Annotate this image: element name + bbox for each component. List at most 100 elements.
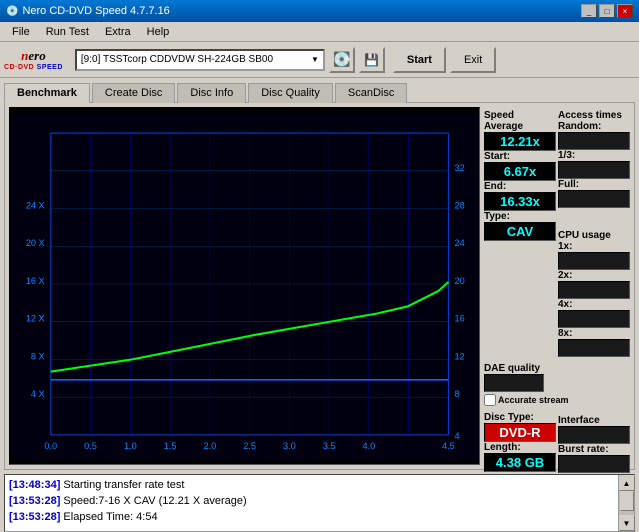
right-panel: Speed Average 12.21x Start: 6.67x End: 1… [484, 103, 634, 469]
svg-text:24 X: 24 X [26, 201, 45, 211]
svg-text:1.5: 1.5 [164, 441, 177, 451]
svg-text:16 X: 16 X [26, 276, 45, 286]
cpu-4x-label: 4x: [558, 299, 630, 310]
scroll-track [619, 491, 634, 515]
titlebar: 💿 Nero CD-DVD Speed 4.7.7.16 _ □ × [0, 0, 639, 22]
log-text-1: Starting transfer rate test [63, 479, 184, 491]
combo-arrow[interactable]: ▼ [311, 55, 319, 64]
length-label: Length: [484, 442, 556, 453]
svg-text:28: 28 [455, 201, 465, 211]
disc-type-col: Disc Type: DVD-R Length: 4.38 GB [484, 412, 556, 473]
svg-text:32: 32 [455, 163, 465, 173]
menu-help[interactable]: Help [139, 24, 178, 40]
cpu-1x-value [558, 252, 630, 270]
svg-text:3.0: 3.0 [283, 441, 296, 451]
maximize-button[interactable]: □ [599, 4, 615, 18]
tab-disc-quality[interactable]: Disc Quality [248, 83, 333, 103]
accurate-row: Accurate stream [484, 394, 630, 406]
svg-text:4 X: 4 X [31, 389, 45, 399]
svg-text:4: 4 [455, 431, 460, 441]
average-label: Average [484, 121, 556, 132]
disc-icon: 💽 [333, 51, 350, 68]
interface-label: Interface [558, 415, 630, 426]
one-third-value [558, 161, 630, 179]
start-label: Start: [484, 151, 556, 162]
svg-text:20: 20 [455, 276, 465, 286]
random-label: Random: [558, 121, 630, 132]
one-third-label: 1/3: [558, 150, 630, 161]
log-timestamp-3: [13:53:28] [9, 511, 60, 523]
exit-button[interactable]: Exit [450, 47, 496, 73]
svg-text:0.5: 0.5 [84, 441, 97, 451]
log-area: [13:48:34] Starting transfer rate test [… [4, 474, 635, 532]
disc-section: Disc Type: DVD-R Length: 4.38 GB Interfa… [484, 412, 630, 473]
svg-text:4.0: 4.0 [363, 441, 376, 451]
drive-selector[interactable]: [9:0] TSSTcorp CDDVDW SH-224GB SB00 ▼ [75, 49, 325, 71]
tab-disc-info[interactable]: Disc Info [177, 83, 246, 103]
log-scrollbar[interactable]: ▲ ▼ [618, 475, 634, 531]
svg-text:20 X: 20 X [26, 238, 45, 248]
speed-label: Speed [484, 110, 556, 121]
menubar: File Run Test Extra Help [0, 22, 639, 42]
access-times-label: Access times [558, 110, 630, 121]
dae-label: DAE quality [484, 363, 630, 374]
average-value: 12.21x [484, 132, 556, 151]
end-label: End: [484, 181, 556, 192]
svg-text:2.0: 2.0 [203, 441, 216, 451]
accurate-checkbox[interactable] [484, 394, 496, 406]
scroll-up-button[interactable]: ▲ [619, 475, 635, 491]
log-timestamp-2: [13:53:28] [9, 495, 60, 507]
log-timestamp-1: [13:48:34] [9, 479, 60, 491]
menu-run-test[interactable]: Run Test [38, 24, 97, 40]
log-content: [13:48:34] Starting transfer rate test [… [5, 475, 618, 531]
chart-svg: 4 X 8 X 12 X 16 X 20 X 24 X 4 8 12 16 20… [10, 108, 479, 464]
menu-extra[interactable]: Extra [97, 24, 139, 40]
cpu-4x-value [558, 310, 630, 328]
cpu-8x-label: 8x: [558, 328, 630, 339]
log-line-3: [13:53:28] Elapsed Time: 4:54 [9, 509, 614, 525]
save-icon: 💾 [364, 53, 379, 67]
scroll-thumb[interactable] [620, 491, 634, 511]
cpu-2x-label: 2x: [558, 270, 630, 281]
toolbar: nero CD·DVD SPEED [9:0] TSSTcorp CDDVDW … [0, 42, 639, 78]
svg-text:0.0: 0.0 [44, 441, 57, 451]
log-text-2: Speed:7-16 X CAV (12.21 X average) [63, 495, 246, 507]
start-button[interactable]: Start [393, 47, 446, 73]
window-controls[interactable]: _ □ × [581, 4, 633, 18]
app-icon: 💿 [6, 6, 18, 17]
svg-text:4.5: 4.5 [442, 441, 455, 451]
dae-section: DAE quality Accurate stream [484, 363, 630, 406]
full-value [558, 190, 630, 208]
disc-type-label: Disc Type: [484, 412, 556, 423]
minimize-button[interactable]: _ [581, 4, 597, 18]
svg-text:24: 24 [455, 238, 465, 248]
logo-sub: CD·DVD SPEED [4, 64, 63, 71]
tab-benchmark[interactable]: Benchmark [4, 83, 90, 103]
dae-value [484, 374, 544, 392]
logo-nero: nero [21, 48, 46, 64]
interface-col: Interface Burst rate: [558, 412, 630, 473]
tab-scandisc[interactable]: ScanDisc [335, 83, 407, 103]
tab-create-disc[interactable]: Create Disc [92, 83, 175, 103]
log-line-1: [13:48:34] Starting transfer rate test [9, 477, 614, 493]
burst-label: Burst rate: [558, 444, 630, 455]
logo: nero CD·DVD SPEED [4, 48, 63, 71]
tabbar: Benchmark Create Disc Disc Info Disc Qua… [0, 78, 639, 102]
save-icon-button[interactable]: 💾 [359, 47, 385, 73]
close-button[interactable]: × [617, 4, 633, 18]
cpu-8x-value [558, 339, 630, 357]
start-value: 6.67x [484, 162, 556, 181]
type-value: CAV [484, 222, 556, 241]
length-value: 4.38 GB [484, 453, 556, 472]
stats-speed-section: Speed Average 12.21x Start: 6.67x End: 1… [484, 107, 630, 357]
type-label: Type: [484, 211, 556, 222]
menu-file[interactable]: File [4, 24, 38, 40]
burst-value [558, 455, 630, 473]
accurate-label: Accurate stream [498, 395, 569, 405]
full-label: Full: [558, 179, 630, 190]
drive-label: [9:0] TSSTcorp CDDVDW SH-224GB SB00 [81, 54, 311, 65]
cpu-1x-label: 1x: [558, 241, 630, 252]
cpu-2x-value [558, 281, 630, 299]
svg-text:8 X: 8 X [31, 351, 45, 361]
disc-icon-button[interactable]: 💽 [329, 47, 355, 73]
